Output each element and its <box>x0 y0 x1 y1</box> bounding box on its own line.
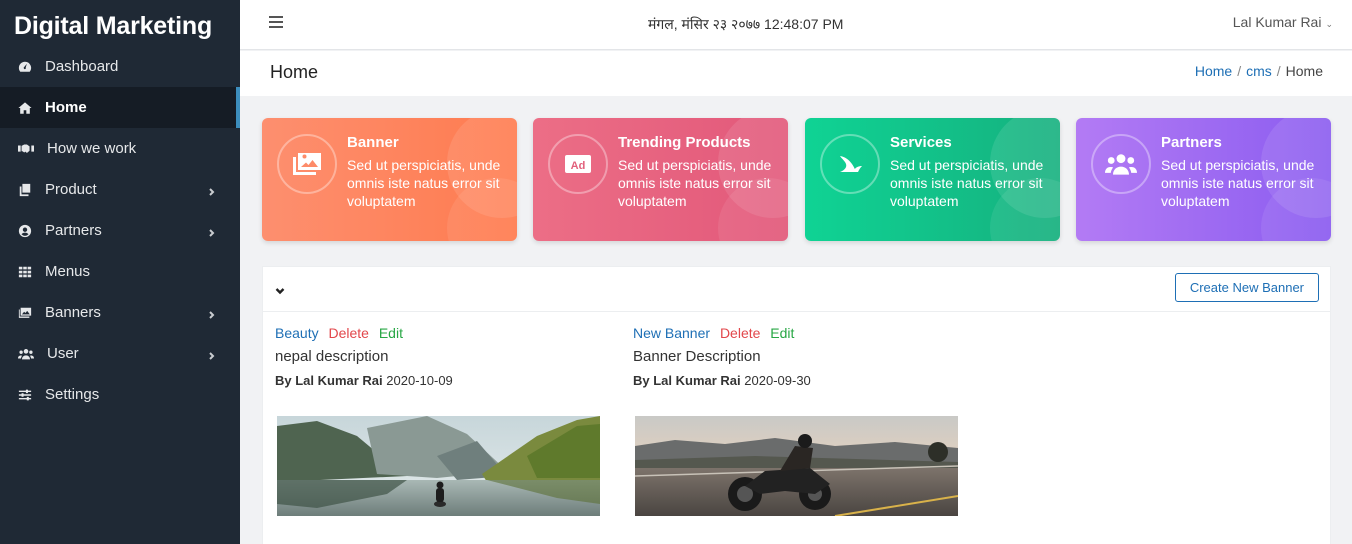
motorcycle-rider-photo <box>635 416 958 516</box>
chevron-right-icon <box>208 224 218 237</box>
sidebar-item-label: Dashboard <box>45 58 119 75</box>
sidebar-item-label: How we work <box>47 140 137 157</box>
panel-header: Create New Banner <box>263 267 1330 312</box>
card-text: Sed ut perspiciatis, unde omnis iste nat… <box>618 157 772 209</box>
sidebar-item-product[interactable]: Product <box>0 169 240 210</box>
page-title: Home <box>270 62 319 82</box>
sidebar-item-home[interactable]: Home <box>0 87 240 128</box>
hamburger-menu-icon[interactable] <box>269 16 283 30</box>
banner-description: Banner Description <box>633 348 761 365</box>
sail-icon <box>820 134 880 194</box>
edit-link[interactable]: Edit <box>770 325 794 341</box>
chevron-right-icon <box>208 347 218 360</box>
sidebar-item-label: Settings <box>45 386 100 403</box>
page-header: Home Home / cms / Home <box>240 51 1352 96</box>
chevron-down-icon[interactable] <box>275 283 287 295</box>
sidebar-nav: Dashboard Home How we work Product Partn… <box>0 46 240 415</box>
sidebar-item-user[interactable]: User <box>0 333 240 374</box>
partners-card[interactable]: Partners Sed ut perspiciatis, unde omnis… <box>1076 118 1331 241</box>
sidebar-item-menus[interactable]: Menus <box>0 251 240 292</box>
images-icon <box>277 134 337 194</box>
grid-icon <box>18 265 32 279</box>
sidebar-item-partners[interactable]: Partners <box>0 210 240 251</box>
card-title: Partners <box>1161 134 1222 151</box>
handshake-icon <box>18 142 34 156</box>
delete-link[interactable]: Delete <box>720 325 760 341</box>
banner-actions: New Banner Delete Edit <box>633 325 963 341</box>
sidebar-item-label: User <box>47 345 79 362</box>
top-bar: मंगल, मंसिर २३ २०७७ 12:48:07 PM Lal Kuma… <box>240 0 1352 50</box>
card-title: Trending Products <box>618 134 751 151</box>
users-icon <box>18 347 34 361</box>
sidebar-item-label: Product <box>45 181 97 198</box>
breadcrumb-link-cms[interactable]: cms <box>1246 63 1272 79</box>
card-text: Sed ut perspiciatis, unde omnis iste nat… <box>890 157 1044 209</box>
chevron-right-icon <box>208 183 218 196</box>
home-icon <box>18 101 32 115</box>
delete-link[interactable]: Delete <box>328 325 368 341</box>
banner-author: By Lal Kumar Rai <box>275 373 383 388</box>
user-circle-icon <box>18 224 32 238</box>
sidebar-item-label: Partners <box>45 222 102 239</box>
banner-author: By Lal Kumar Rai <box>633 373 741 388</box>
breadcrumb-separator: / <box>1237 63 1242 79</box>
edit-link[interactable]: Edit <box>379 325 403 341</box>
sidebar-item-label: Home <box>45 99 87 116</box>
sidebar: Digital Marketing Dashboard Home How we … <box>0 0 240 544</box>
sidebar-item-label: Banners <box>45 304 101 321</box>
services-card[interactable]: Services Sed ut perspiciatis, unde omnis… <box>805 118 1060 241</box>
user-name: Lal Kumar Rai <box>1232 14 1322 30</box>
banner-date: 2020-09-30 <box>744 373 811 388</box>
sliders-icon <box>18 388 32 402</box>
create-new-banner-button[interactable]: Create New Banner <box>1174 273 1319 302</box>
sidebar-item-dashboard[interactable]: Dashboard <box>0 46 240 87</box>
card-text: Sed ut perspiciatis, unde omnis iste nat… <box>347 157 501 209</box>
users-icon <box>1091 134 1151 194</box>
sidebar-item-label: Menus <box>45 263 91 280</box>
card-title: Services <box>890 134 952 151</box>
copy-icon <box>18 183 32 197</box>
banner-description: nepal description <box>275 348 389 365</box>
breadcrumb-current: Home <box>1285 63 1323 79</box>
sidebar-item-banners[interactable]: Banners <box>0 292 240 333</box>
banner-actions: Beauty Delete Edit <box>275 325 605 341</box>
svg-text:Ad: Ad <box>571 160 586 172</box>
banner-date: 2020-10-09 <box>386 373 453 388</box>
tachometer-icon <box>18 60 32 74</box>
user-menu[interactable]: Lal Kumar Rai ⌄ <box>1233 14 1333 30</box>
breadcrumb-separator: / <box>1276 63 1281 79</box>
images-icon <box>18 306 32 320</box>
trending-products-card[interactable]: Ad Trending Products Sed ut perspiciatis… <box>533 118 788 241</box>
banner-meta: By Lal Kumar Rai 2020-09-30 <box>633 373 963 388</box>
sidebar-item-how-we-work[interactable]: How we work <box>0 128 240 169</box>
banner-title-link[interactable]: Beauty <box>275 325 319 341</box>
banner-list-panel: Create New Banner Beauty Delete Edit nep… <box>262 266 1331 544</box>
mountain-lake-photo <box>277 416 600 516</box>
ad-icon: Ad <box>548 134 608 194</box>
banner-meta: By Lal Kumar Rai 2020-10-09 <box>275 373 605 388</box>
breadcrumb: Home / cms / Home <box>1195 63 1323 79</box>
chevron-down-icon: ⌄ <box>1325 19 1333 29</box>
sidebar-item-settings[interactable]: Settings <box>0 374 240 415</box>
banner-card[interactable]: Banner Sed ut perspiciatis, unde omnis i… <box>262 118 517 241</box>
banner-title-link[interactable]: New Banner <box>633 325 710 341</box>
card-text: Sed ut perspiciatis, unde omnis iste nat… <box>1161 157 1315 209</box>
chevron-right-icon <box>208 306 218 319</box>
banner-item: Beauty Delete Edit nepal description By … <box>275 325 605 388</box>
card-title: Banner <box>347 134 399 151</box>
breadcrumb-link-home[interactable]: Home <box>1195 63 1232 79</box>
banner-item: New Banner Delete Edit Banner Descriptio… <box>633 325 963 388</box>
current-datetime: मंगल, मंसिर २३ २०७७ 12:48:07 PM <box>648 16 844 32</box>
